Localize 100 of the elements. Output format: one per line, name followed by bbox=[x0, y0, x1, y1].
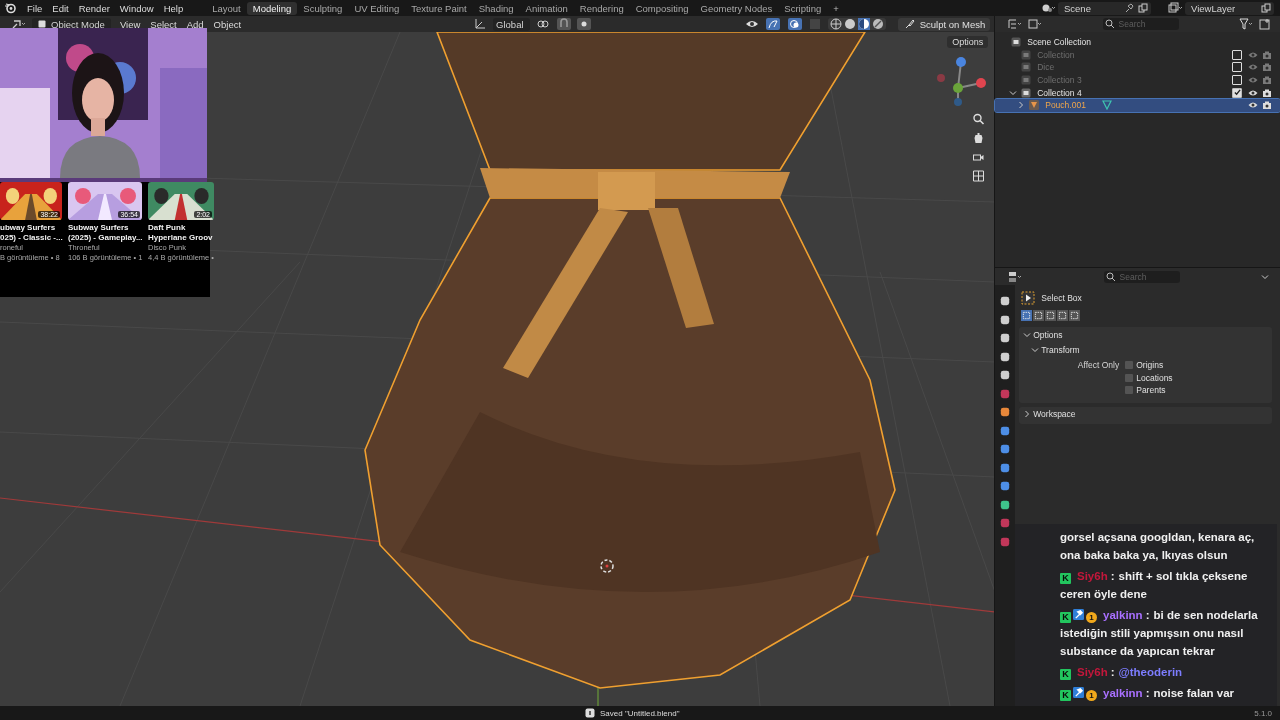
filter-icon[interactable] bbox=[1239, 18, 1253, 30]
menu-item[interactable]: Object bbox=[208, 18, 247, 30]
solid-sphere-icon[interactable] bbox=[843, 18, 856, 30]
select-mode-button[interactable] bbox=[1069, 310, 1081, 321]
menu-item[interactable]: Add bbox=[181, 18, 209, 30]
menu-item[interactable]: Help bbox=[158, 2, 189, 14]
affect-only-label: Affect Only bbox=[1076, 359, 1121, 372]
properties-editor-icon[interactable] bbox=[1008, 270, 1023, 283]
select-mode-button[interactable] bbox=[1057, 310, 1069, 321]
brush-icon bbox=[904, 19, 915, 29]
overlay-toggle-icon[interactable] bbox=[787, 18, 802, 30]
workspace-tab[interactable]: Sculpting bbox=[297, 1, 349, 15]
mesh-data-icon[interactable] bbox=[1101, 100, 1112, 111]
scene-icon[interactable] bbox=[1041, 2, 1055, 14]
status-message: Saved "Untitled.blend" bbox=[600, 708, 680, 718]
workspace-tab[interactable]: Compositing bbox=[629, 1, 695, 15]
version-label: 5.1.0 bbox=[1254, 708, 1272, 718]
collection-box-icon bbox=[1021, 75, 1032, 86]
collection-box-icon bbox=[1021, 62, 1032, 73]
copy-icon[interactable] bbox=[1138, 3, 1148, 13]
rendered-sphere-icon[interactable] bbox=[871, 18, 884, 30]
snap-icon[interactable] bbox=[556, 18, 571, 30]
menu-item[interactable]: View bbox=[114, 18, 146, 30]
square-icon[interactable] bbox=[999, 406, 1012, 418]
eye-icon[interactable] bbox=[744, 18, 759, 30]
chat-separator: : bbox=[1110, 570, 1115, 582]
scene-field[interactable]: Scene bbox=[1058, 1, 1151, 15]
add-tab-button[interactable]: + bbox=[827, 2, 845, 14]
sculpt-on-mesh-button[interactable]: Sculpt on Mesh bbox=[897, 17, 991, 31]
outliner-label: Pouch.001 bbox=[1045, 100, 1086, 111]
material-sphere-icon[interactable] bbox=[857, 18, 870, 30]
workspace-tab[interactable]: Animation bbox=[519, 1, 574, 15]
list-icon[interactable] bbox=[1008, 18, 1023, 30]
proportional-edit-icon[interactable] bbox=[576, 18, 591, 30]
panel-header[interactable]: Options bbox=[1019, 327, 1272, 342]
checkbox[interactable] bbox=[1125, 373, 1134, 382]
outliner-label: Collection 4 bbox=[1037, 87, 1082, 98]
checkbox[interactable] bbox=[1232, 75, 1242, 86]
link-icon[interactable] bbox=[536, 18, 551, 30]
view-layer-field[interactable]: ViewLayer bbox=[1185, 1, 1274, 15]
collection-box-icon bbox=[1011, 37, 1022, 48]
outliner-row[interactable]: Pouch.001 bbox=[995, 98, 1280, 112]
grid-icon[interactable] bbox=[972, 170, 985, 182]
pin-icon[interactable] bbox=[1124, 3, 1134, 13]
logo-icon[interactable] bbox=[4, 2, 16, 14]
menu-item[interactable]: Select bbox=[145, 18, 182, 30]
info-icon bbox=[585, 708, 595, 718]
menu-item[interactable]: File bbox=[22, 2, 48, 14]
outliner-label: Collection bbox=[1037, 49, 1075, 60]
video-title[interactable]: Subway Surfers (2025) - Gameplay... bbox=[68, 223, 142, 243]
workspace-tab[interactable]: Geometry Nodes bbox=[694, 1, 779, 15]
outliner-row[interactable]: Collection 4 bbox=[999, 86, 1274, 99]
chat-username[interactable]: yalkinn bbox=[1103, 609, 1143, 621]
chevron-right-icon[interactable] bbox=[1017, 101, 1026, 110]
workspace-tab[interactable]: Scripting bbox=[778, 1, 828, 15]
menu-item[interactable]: Window bbox=[114, 2, 159, 14]
options-dropdown[interactable]: Options bbox=[947, 36, 989, 48]
chat-username[interactable]: yalkinn bbox=[1103, 687, 1143, 699]
shading-buttons[interactable] bbox=[827, 18, 886, 30]
subpanel-header[interactable]: Transform bbox=[1019, 342, 1272, 357]
copy-icon[interactable] bbox=[1261, 3, 1271, 13]
select-mode-button[interactable] bbox=[1033, 310, 1045, 321]
workspace-tab[interactable]: Modeling bbox=[246, 1, 298, 15]
workspace-tab[interactable]: Layout bbox=[206, 1, 247, 15]
outliner-row[interactable]: Scene Collection bbox=[999, 36, 1274, 49]
checkbox[interactable] bbox=[1125, 386, 1134, 395]
editor-type-icon[interactable] bbox=[11, 18, 25, 30]
workspace-tab[interactable]: Texture Paint bbox=[405, 1, 473, 15]
menu-item[interactable]: Edit bbox=[47, 2, 74, 14]
panel-header[interactable]: Workspace bbox=[1019, 406, 1272, 422]
select-mode-button[interactable] bbox=[1021, 310, 1033, 321]
chevron-down-icon[interactable] bbox=[1009, 88, 1018, 97]
pouch-drawing[interactable] bbox=[364, 32, 896, 689]
workspace-tab[interactable]: UV Editing bbox=[348, 1, 406, 15]
navigation-gizmo-drawing[interactable] bbox=[937, 57, 986, 106]
layers-icon[interactable] bbox=[1168, 2, 1182, 14]
checkbox[interactable] bbox=[1125, 361, 1134, 370]
select-box-icon[interactable] bbox=[1021, 291, 1036, 305]
checkbox[interactable] bbox=[1232, 62, 1242, 73]
video-title[interactable]: Daft Punk Hyperlane Groov bbox=[148, 223, 214, 243]
wireframe-sphere-icon[interactable] bbox=[829, 18, 842, 30]
chat-message-text: ceren öyle dene bbox=[1060, 588, 1147, 600]
video-title[interactable]: ubway Surfers 025) - Classic -... bbox=[0, 223, 62, 243]
checkbox[interactable] bbox=[1232, 87, 1242, 98]
checkbox[interactable] bbox=[1232, 49, 1242, 60]
3d-cursor-icon[interactable] bbox=[600, 559, 614, 573]
checkbox-label: Parents bbox=[1136, 385, 1166, 396]
display-mode-icon[interactable] bbox=[1028, 18, 1043, 30]
chat-separator: : bbox=[1145, 687, 1150, 699]
workspace-tab[interactable]: Shading bbox=[472, 1, 520, 15]
new-collection-icon[interactable] bbox=[1259, 18, 1271, 30]
select-mode-button[interactable] bbox=[1045, 310, 1057, 321]
chat-separator: : bbox=[1145, 609, 1150, 621]
axes-icon[interactable] bbox=[474, 18, 487, 30]
gizmo-toggle-icon[interactable] bbox=[765, 18, 780, 30]
zoom-icon[interactable] bbox=[972, 113, 985, 125]
orientation-dropdown[interactable]: Global bbox=[493, 17, 530, 31]
workspace-tab[interactable]: Rendering bbox=[573, 1, 630, 15]
menu-item[interactable]: Render bbox=[73, 2, 115, 14]
hand-icon[interactable] bbox=[972, 132, 985, 144]
